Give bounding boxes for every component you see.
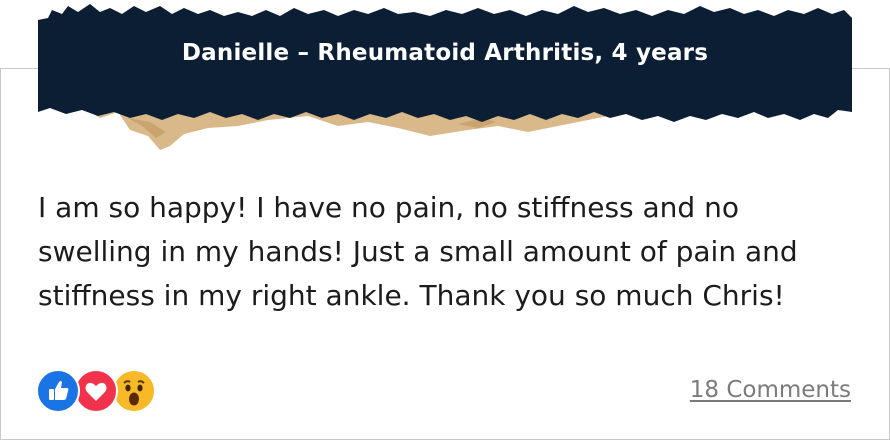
torn-paper-graphic xyxy=(38,4,852,150)
testimonial-body-text: I am so happy! I have no pain, no stiffn… xyxy=(38,191,798,312)
testimonial-header-title: Danielle – Rheumatoid Arthritis, 4 years xyxy=(181,40,709,66)
reactions-group[interactable] xyxy=(36,369,160,413)
wow-icon[interactable] xyxy=(112,369,156,413)
love-icon[interactable] xyxy=(74,369,118,413)
like-icon[interactable] xyxy=(36,369,80,413)
testimonial-header-banner: Danielle – Rheumatoid Arthritis, 4 years xyxy=(38,0,852,160)
comments-link[interactable]: 18 Comments xyxy=(690,377,851,403)
